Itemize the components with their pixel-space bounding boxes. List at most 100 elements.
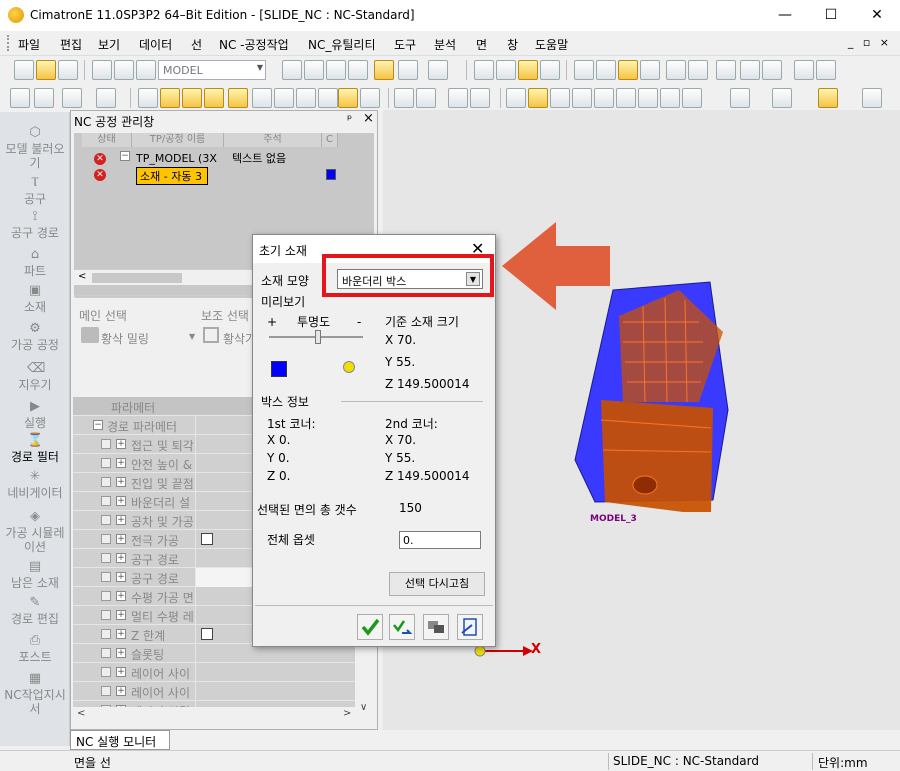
face-c-icon[interactable]	[296, 88, 316, 108]
sel-b-icon[interactable]	[528, 88, 548, 108]
expand-icon[interactable]: +	[116, 458, 126, 468]
leftbar-item-procedure[interactable]: ⚙ 가공 공정	[0, 322, 70, 353]
preview-icon[interactable]	[423, 614, 449, 640]
menu-nc-utility[interactable]: NC_유틸리티	[308, 36, 376, 53]
trophy-icon[interactable]	[470, 88, 490, 108]
expand-icon[interactable]: +	[116, 496, 126, 506]
settings-icon[interactable]	[762, 60, 782, 80]
leftbar-item-tool[interactable]: Ⲧ 공구	[0, 176, 70, 207]
layer-icon[interactable]	[92, 60, 112, 80]
info-icon[interactable]	[616, 88, 636, 108]
extra-icon[interactable]	[862, 88, 882, 108]
leftbar-item-remaining-stock[interactable]: ▤ 남은 소재	[0, 560, 70, 591]
leftbar-item-run[interactable]: ▶ 실행	[0, 400, 70, 431]
point-select-icon[interactable]	[448, 88, 468, 108]
new-file-icon[interactable]	[14, 60, 34, 80]
tree-row-tp[interactable]: TP_MODEL (3X	[136, 152, 217, 165]
export-icon[interactable]	[794, 60, 814, 80]
import-icon[interactable]	[816, 60, 836, 80]
iso-view-icon[interactable]	[398, 60, 418, 80]
erase-toolbar-icon[interactable]	[772, 88, 792, 108]
maximize-button[interactable]: ☐	[808, 0, 854, 31]
back-icon[interactable]	[666, 60, 686, 80]
close-button[interactable]: ✕	[854, 0, 900, 31]
bulb-icon[interactable]	[343, 361, 355, 373]
zoom-icon[interactable]	[326, 60, 346, 80]
face-select-icon[interactable]	[160, 88, 180, 108]
collapse-icon[interactable]: −	[120, 151, 130, 161]
deselect-icon[interactable]	[34, 88, 54, 108]
pin-icon[interactable]: ᵖ	[347, 112, 352, 126]
leftbar-item-filter[interactable]: ⌛ 경로 필터	[0, 434, 70, 465]
menu-edit[interactable]: 편집	[60, 36, 82, 53]
expand-icon[interactable]: +	[116, 534, 126, 544]
menu-nc-process[interactable]: NC -공정작업	[219, 36, 289, 53]
collapse-icon[interactable]: −	[93, 420, 103, 430]
light-icon[interactable]	[596, 60, 616, 80]
view-top-icon[interactable]	[518, 60, 538, 80]
grid-select-icon[interactable]	[138, 88, 158, 108]
exit-icon[interactable]	[457, 614, 483, 640]
param-checkbox[interactable]	[201, 533, 213, 545]
leftbar-item-post[interactable]: ⎙ 포스트	[0, 634, 70, 665]
sel-d-icon[interactable]	[572, 88, 592, 108]
model-view-icon[interactable]	[136, 60, 156, 80]
main-select-value[interactable]: 황삭 밀링	[101, 330, 149, 347]
pick-icon[interactable]	[62, 88, 82, 108]
param-row[interactable]: + 레이어 사이	[73, 682, 355, 701]
view-iso-icon[interactable]	[540, 60, 560, 80]
expand-icon[interactable]: +	[116, 515, 126, 525]
apply-icon[interactable]	[389, 614, 415, 640]
face-e-icon[interactable]	[338, 88, 358, 108]
grid-icon[interactable]	[716, 60, 736, 80]
sel-a-icon[interactable]	[506, 88, 526, 108]
tree-icon[interactable]	[740, 60, 760, 80]
face-d-icon[interactable]	[318, 88, 338, 108]
show-icon[interactable]	[574, 60, 594, 80]
save-icon[interactable]	[58, 60, 78, 80]
expand-icon[interactable]: +	[116, 648, 126, 658]
sel-c-icon[interactable]	[550, 88, 570, 108]
leftbar-item-nc-sheet[interactable]: ▦ NC작업지시서	[0, 672, 70, 717]
leftbar-item-stock[interactable]: ▣ 소재	[0, 284, 70, 315]
leftbar-item-part[interactable]: ⌂ 파트	[0, 248, 70, 279]
expand-icon[interactable]: +	[116, 591, 126, 601]
menu-window[interactable]: 창	[507, 36, 518, 53]
curve-select-icon[interactable]	[394, 88, 414, 108]
pen-icon[interactable]	[818, 88, 838, 108]
menu-help[interactable]: 도움말	[535, 36, 568, 53]
col-comment[interactable]: 주석	[224, 133, 322, 147]
face-b-icon[interactable]	[274, 88, 294, 108]
menu-data[interactable]: 데이터	[139, 36, 172, 53]
leftbar-item-model-load[interactable]: ⬡ 모델 불러오기	[0, 126, 70, 171]
hide-icon[interactable]	[640, 60, 660, 80]
filter-select-icon[interactable]	[96, 88, 116, 108]
col-status[interactable]: 상태	[82, 133, 132, 147]
expand-icon[interactable]: +	[116, 572, 126, 582]
param-value-cell[interactable]	[195, 663, 355, 682]
menu-file[interactable]: 파일	[18, 36, 40, 53]
leftbar-item-path-edit[interactable]: ✎ 경로 편집	[0, 596, 70, 627]
face-filter-icon[interactable]	[228, 88, 248, 108]
zoom-fit-icon[interactable]	[282, 60, 302, 80]
bulb-icon[interactable]	[618, 60, 638, 80]
ok-check-icon[interactable]	[357, 614, 383, 640]
reselect-button[interactable]: 선택 다시고침	[389, 572, 485, 596]
forward-icon[interactable]	[688, 60, 708, 80]
expand-icon[interactable]: +	[116, 553, 126, 563]
transparency-slider-thumb[interactable]	[315, 330, 321, 344]
expand-icon[interactable]: +	[116, 477, 126, 487]
sel-h-icon[interactable]	[682, 88, 702, 108]
open-folder-icon[interactable]	[36, 60, 56, 80]
pan-icon[interactable]	[348, 60, 368, 80]
shading-icon[interactable]	[428, 60, 448, 80]
col-name[interactable]: TP/공정 이름	[132, 133, 224, 147]
param-value-cell[interactable]	[195, 682, 355, 701]
face-chain-icon[interactable]	[182, 88, 202, 108]
menu-analysis[interactable]: 분석	[434, 36, 456, 53]
offset-input[interactable]: 0.	[399, 531, 481, 549]
sel-g-icon[interactable]	[660, 88, 680, 108]
minimize-button[interactable]: —	[762, 0, 808, 31]
col-c[interactable]: C	[322, 133, 338, 147]
face-multi-icon[interactable]	[204, 88, 224, 108]
